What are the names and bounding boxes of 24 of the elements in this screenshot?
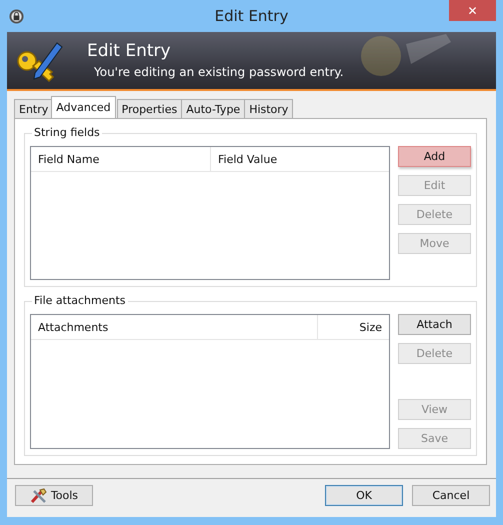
field-button[interactable]: Add <box>398 146 471 167</box>
column-header[interactable]: Field Name <box>31 147 211 171</box>
tab[interactable]: Entry <box>14 99 54 118</box>
attachment-button[interactable]: Attach <box>398 314 471 335</box>
tools-icon <box>30 488 48 504</box>
close-button[interactable]: ✕ <box>449 0 496 21</box>
list-view[interactable]: Field Name Field Value <box>30 146 390 280</box>
column-header[interactable]: Size <box>318 315 389 339</box>
banner-title: Edit Entry <box>87 41 172 61</box>
window-title: Edit Entry <box>214 7 290 25</box>
dialog-button[interactable]: Cancel <box>412 485 490 506</box>
group-title: String fields <box>32 126 102 139</box>
dialog-button[interactable]: OK <box>325 485 403 506</box>
lock-icon[interactable] <box>9 8 24 24</box>
tab[interactable]: Auto-Type <box>181 99 246 118</box>
column-header[interactable]: Field Value <box>211 147 389 171</box>
banner-subtitle: You're editing an existing password entry. <box>94 65 344 79</box>
tab[interactable]: Advanced <box>51 96 116 118</box>
list-view[interactable]: Attachments Size <box>30 314 390 449</box>
group-title: File attachments <box>32 294 128 307</box>
tab[interactable]: History <box>244 99 294 118</box>
tab[interactable]: Properties <box>116 99 182 118</box>
tools-button[interactable]: Tools <box>15 485 93 506</box>
column-header[interactable]: Attachments <box>31 315 318 339</box>
